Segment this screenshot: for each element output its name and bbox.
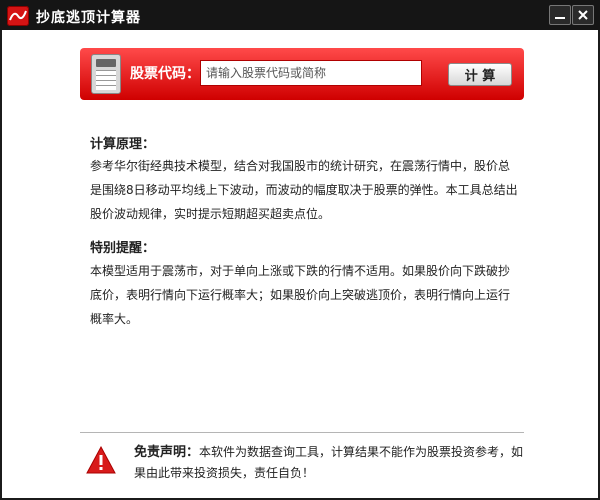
close-button[interactable] [572,5,594,25]
disclaimer-title: 免责声明： [134,445,200,460]
stock-code-label: 股票代码： [130,66,200,82]
disclaimer-text-block: 免责声明：本软件为数据查询工具，计算结果不能作为股票投资参考，如果由此带来投资损… [134,442,524,484]
search-banner: 股票代码： 计 算 [80,48,524,100]
calculator-screen [96,59,116,67]
app-window: 抄底逃顶计算器 股票代码： 计 算 计算原理： 参考华尔街经典技术模型，结合对我… [0,0,600,500]
close-icon [578,10,588,20]
warning-icon [86,445,116,474]
window-title: 抄底逃顶计算器 [36,10,141,26]
stock-code-input[interactable] [200,60,422,86]
app-logo-icon [7,6,29,26]
client-area: 股票代码： 计 算 计算原理： 参考华尔街经典技术模型，结合对我国股市的统计研究… [2,30,598,498]
calculate-button[interactable]: 计 算 [448,63,512,86]
principle-title: 计算原理： [90,137,156,152]
title-bar: 抄底逃顶计算器 [0,0,600,30]
minimize-button[interactable] [549,5,571,25]
principle-body: 参考华尔街经典技术模型，结合对我国股市的统计研究，在震荡行情中，股价总是围绕8日… [90,159,518,221]
minimize-icon [555,17,565,19]
reminder-title: 特别提醒： [90,241,156,256]
calculator-icon [91,54,121,94]
calculator-keys [96,70,116,90]
disclaimer-divider [80,432,524,433]
reminder-body: 本模型适用于震荡市，对于单向上涨或下跌的行情不适用。如果股价向下跌破抄底价，表明… [90,264,511,326]
